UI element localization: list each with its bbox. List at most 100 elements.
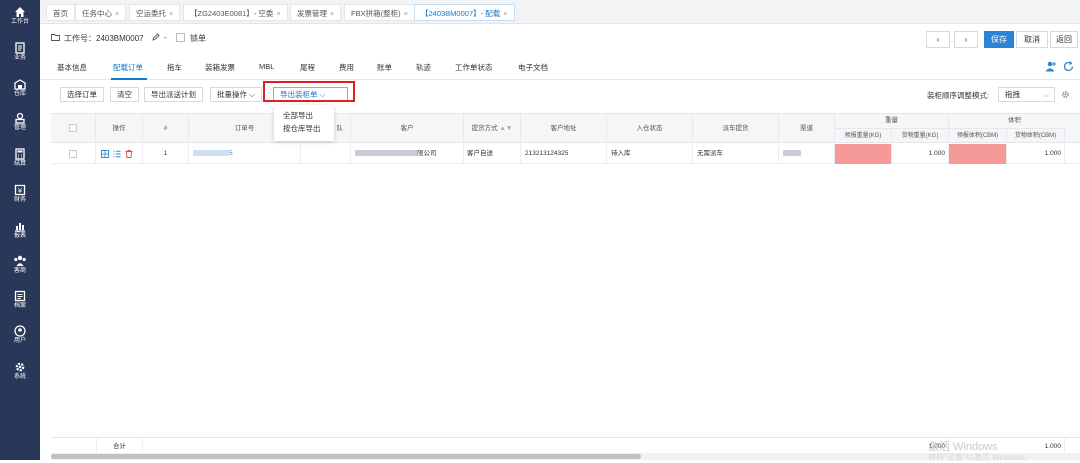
sidebar-item-user[interactable]: 用户 [0, 323, 40, 353]
tab-trailer[interactable]: 拖车 [167, 62, 182, 73]
sidebar-item-label: 管理 [13, 125, 26, 131]
sidebar-item-label: 结算 [13, 161, 26, 167]
settings-icon[interactable] [1061, 90, 1070, 99]
refresh-icon[interactable] [1063, 61, 1074, 72]
tab-label: 发票管理 [297, 9, 327, 18]
header-forecast-weight: 预报重量(KG) [835, 128, 892, 143]
sort-icon[interactable]: ▲▼ [499, 125, 512, 132]
row-checkbox[interactable] [69, 150, 77, 158]
finance-icon: ¥ [14, 184, 26, 196]
menu-item-export-by-warehouse[interactable]: 按仓库导出 [274, 122, 334, 135]
tab-task-center[interactable]: 任务中心 × [75, 4, 127, 21]
sidebar-item-system[interactable]: 系统 [0, 359, 40, 389]
tab-basic-info[interactable]: 基本信息 [57, 62, 87, 73]
select-all-checkbox[interactable] [69, 124, 77, 132]
customer-tail: 限公司 [417, 150, 437, 157]
row-select-cell [51, 144, 96, 164]
header-in-status: 入仓状态 [607, 114, 693, 143]
edit-icon[interactable] [152, 33, 160, 41]
sidebar-item-merchants[interactable]: 客商 [0, 253, 40, 283]
lock-checkbox[interactable] [176, 33, 185, 42]
svg-text:¥: ¥ [18, 187, 23, 195]
tab-label: 【2403BM0007】- 配载 [421, 9, 501, 18]
close-icon[interactable]: × [503, 9, 507, 18]
tab-mbl[interactable]: MBL [259, 62, 274, 71]
prev-button[interactable]: ‹ [926, 31, 950, 48]
order-mode-select[interactable]: 拖拽 ⌵ [998, 87, 1055, 102]
header-ops: 操作 [96, 114, 143, 143]
batch-operation-button[interactable]: 批量操作 ⌵ [210, 87, 262, 102]
add-user-icon[interactable] [1045, 61, 1057, 72]
order-no-tail: 5 [229, 150, 233, 157]
tab-home[interactable]: 首页 [46, 4, 75, 21]
sidebar-item-settlement[interactable]: 结算 [0, 146, 40, 176]
save-button[interactable]: 保存 [984, 31, 1014, 48]
highlight-box [263, 81, 355, 102]
header-customer: 客户 [351, 114, 464, 143]
sidebar-item-label: 系统 [13, 374, 26, 380]
menu-item-export-all[interactable]: 全部导出 [274, 109, 334, 122]
tab-loading-orders[interactable]: 配载订单 [113, 62, 143, 73]
back-button[interactable]: 返回 [1050, 31, 1078, 48]
sidebar-item-label: 档案 [13, 303, 26, 309]
sidebar-item-label: 财务 [13, 197, 26, 203]
header-volume-group: 体积 [1008, 117, 1021, 124]
delete-icon[interactable] [125, 150, 133, 158]
close-icon[interactable]: × [330, 9, 334, 18]
row-channel-cell [779, 144, 835, 164]
scrollbar-thumb[interactable] [51, 454, 641, 459]
row-order-no-cell[interactable]: 5 [189, 144, 301, 164]
header-select-cell [51, 114, 96, 143]
sidebar-item-warehouse[interactable]: 仓库 [0, 76, 40, 106]
clear-button[interactable]: 清空 [110, 87, 139, 102]
tab-label: 【ZG2403E0081】- 空委 [190, 9, 274, 18]
tab-last-mile[interactable]: 尾程 [300, 62, 315, 73]
tab-bills[interactable]: 账单 [377, 62, 392, 73]
close-icon[interactable]: × [404, 9, 408, 18]
tab-work-order-status[interactable]: 工作单状态 [455, 62, 493, 73]
tab-air-entrust[interactable]: 空运委托 × [129, 4, 181, 21]
header-goods-volume: 货物体积(CBM) [1007, 128, 1065, 143]
tab-packing-invoice[interactable]: 装箱发票 [205, 62, 235, 73]
list-icon[interactable] [113, 150, 121, 158]
batch-label: 批量操作 [217, 90, 247, 99]
sidebar-item-label: 客商 [13, 268, 26, 274]
horizontal-scrollbar[interactable] [51, 453, 1080, 460]
tab-label: FBX拼箱(整柜) [351, 9, 401, 18]
header-channel: 渠道 [779, 114, 835, 143]
tab-loading-active[interactable]: 【2403BM0007】- 配载 × [414, 4, 515, 21]
order-mode-label: 装柜顺序调整模式: [927, 91, 990, 100]
home-icon [15, 7, 25, 17]
tab-e-docs[interactable]: 电子文档 [518, 62, 548, 73]
table-row[interactable]: 1 5 限公司 客户自送 213213124325 待入库 无需派车 1.000… [51, 144, 1080, 164]
warehouse-icon [14, 79, 26, 90]
tab-fees[interactable]: 费用 [339, 62, 354, 73]
work-order-number: 工作号：2403BM0007 [64, 34, 144, 43]
select-order-button[interactable]: 选择订单 [60, 87, 104, 102]
sidebar-item-label: 工作台 [10, 19, 29, 25]
export-dispatch-plan-button[interactable]: 导出派送计划 [144, 87, 203, 102]
section-tabs: 基本信息 配载订单 拖车 装箱发票 MBL 尾程 费用 账单 轨迹 工作单状态 … [40, 56, 1080, 80]
sidebar-item-workbench[interactable]: 工作台 [0, 4, 40, 34]
sidebar-item-business[interactable]: 业务 [0, 40, 40, 70]
sidebar-item-manage[interactable]: 管理 [0, 110, 40, 140]
detail-icon[interactable] [101, 150, 109, 158]
tab-invoice[interactable]: 发票管理 × [290, 4, 342, 21]
dash-text: - [164, 33, 167, 42]
close-icon[interactable]: × [115, 9, 119, 18]
row-goods-weight: 1.000 [892, 144, 949, 164]
close-icon[interactable]: × [276, 9, 280, 18]
sidebar-item-finance[interactable]: ¥ 财务 [0, 182, 40, 212]
tab-tracking[interactable]: 轨迹 [416, 62, 431, 73]
next-button[interactable]: › [954, 31, 978, 48]
lock-label: 锁单 [190, 34, 206, 43]
cancel-button[interactable]: 取消 [1016, 31, 1048, 48]
sidebar-item-archive[interactable]: 档案 [0, 288, 40, 318]
tab-air-order[interactable]: 【ZG2403E0081】- 空委 × [183, 4, 288, 21]
header-pickup[interactable]: 提货方式 ▲▼ [464, 114, 521, 143]
close-icon[interactable]: × [169, 9, 173, 18]
header-dispatch: 派车提货 [693, 114, 779, 143]
tab-fbx[interactable]: FBX拼箱(整柜) × [344, 4, 415, 21]
sidebar-item-report[interactable]: 报表 [0, 218, 40, 248]
export-dropdown-menu: 全部导出 按仓库导出 [274, 105, 334, 141]
